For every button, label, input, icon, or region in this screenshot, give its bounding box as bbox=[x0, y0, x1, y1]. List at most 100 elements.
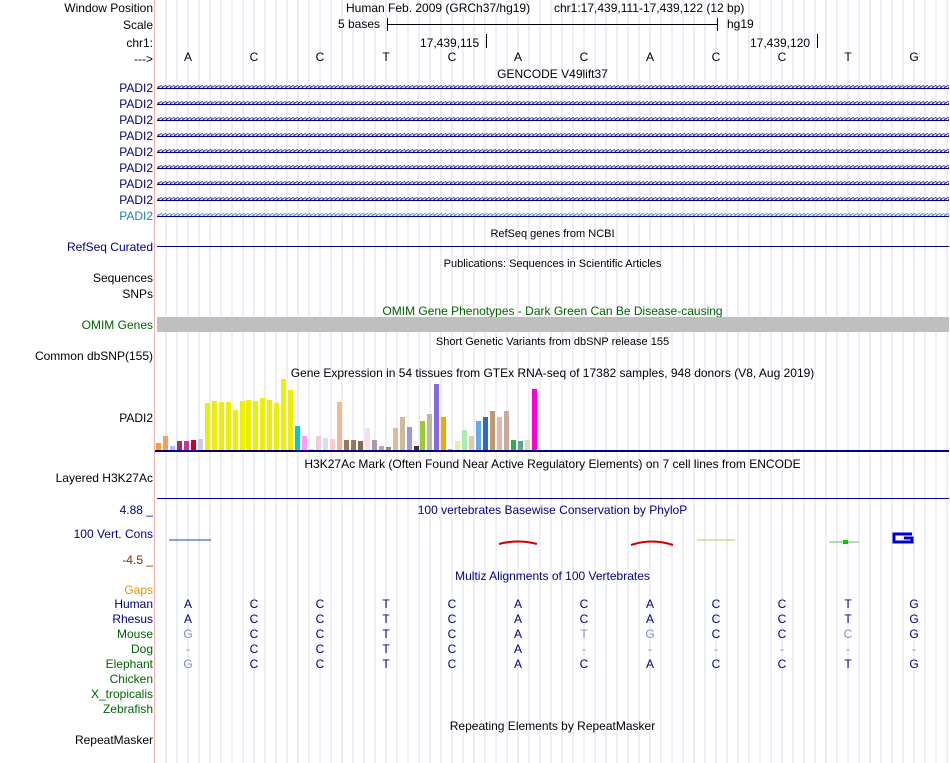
gencode-gene-row[interactable]: <<<<<<<<<<<<<<<<<<<<<<<<<<<<<<<<<<<<<<<<… bbox=[157, 83, 949, 93]
gencode-gene-row[interactable]: <<<<<<<<<<<<<<<<<<<<<<<<<<<<<<<<<<<<<<<<… bbox=[157, 131, 949, 141]
gtex-tissue-bar[interactable] bbox=[162, 436, 168, 450]
gtex-baseline bbox=[155, 450, 949, 452]
gtex-tissue-bar[interactable] bbox=[504, 411, 509, 450]
gtex-tissue-bar[interactable] bbox=[392, 428, 398, 450]
gencode-gene-row[interactable]: <<<<<<<<<<<<<<<<<<<<<<<<<<<<<<<<<<<<<<<<… bbox=[157, 163, 949, 173]
alignment-base: G bbox=[183, 627, 193, 641]
gtex-tissue-bar[interactable] bbox=[176, 441, 182, 450]
gtex-tissue-bar[interactable] bbox=[434, 384, 440, 450]
gtex-tissue-bar[interactable] bbox=[441, 417, 447, 450]
gtex-tissue-bar[interactable] bbox=[497, 417, 503, 450]
gtex-tissue-bar[interactable] bbox=[302, 436, 308, 450]
species-label[interactable]: Rhesus bbox=[112, 612, 153, 626]
gtex-tissue-bar[interactable] bbox=[476, 421, 482, 450]
gencode-gene-label[interactable]: PADI2 bbox=[119, 177, 153, 191]
gtex-tissue-bar[interactable] bbox=[469, 436, 475, 450]
gencode-gene-row[interactable]: <<<<<<<<<<<<<<<<<<<<<<<<<<<<<<<<<<<<<<<<… bbox=[157, 99, 949, 109]
alignment-base: C bbox=[777, 657, 787, 671]
gtex-tissue-bar[interactable] bbox=[211, 401, 217, 450]
gtex-tissue-bar[interactable] bbox=[295, 426, 301, 450]
gencode-gene-row[interactable]: <<<<<<<<<<<<<<<<<<<<<<<<<<<<<<<<<<<<<<<<… bbox=[157, 115, 949, 125]
species-label[interactable]: Mouse bbox=[117, 627, 153, 641]
phylop-label[interactable]: 100 Vert. Cons bbox=[74, 527, 153, 541]
gencode-gene-label[interactable]: PADI2 bbox=[119, 193, 153, 207]
gtex-tissue-bar[interactable] bbox=[406, 427, 412, 450]
species-label[interactable]: Chicken bbox=[110, 672, 153, 686]
gtex-tissue-bar[interactable] bbox=[232, 410, 238, 450]
gtex-tissue-bar[interactable] bbox=[218, 402, 224, 450]
publications-label[interactable]: Sequences bbox=[93, 271, 153, 285]
gencode-gene-label[interactable]: PADI2 bbox=[119, 113, 153, 127]
repeatmasker-label[interactable]: RepeatMasker bbox=[75, 733, 153, 747]
gaps-label[interactable]: Gaps bbox=[124, 583, 153, 597]
strand-arrow-label[interactable]: ---> bbox=[134, 52, 153, 66]
refseq-label[interactable]: RefSeq Curated bbox=[67, 240, 153, 254]
gtex-tissue-bar[interactable] bbox=[156, 443, 161, 450]
refseq-line[interactable] bbox=[157, 246, 949, 247]
gtex-tissue-bar[interactable] bbox=[427, 414, 433, 450]
gtex-tissue-bar[interactable] bbox=[183, 441, 189, 450]
snps-label[interactable]: SNPs bbox=[122, 287, 153, 301]
alignment-base: C bbox=[249, 597, 259, 611]
gtex-tissue-bar[interactable] bbox=[490, 411, 496, 450]
gtex-tissue-bar[interactable] bbox=[399, 417, 405, 450]
omim-label[interactable]: OMIM Genes bbox=[82, 318, 153, 332]
gencode-gene-row[interactable]: <<<<<<<<<<<<<<<<<<<<<<<<<<<<<<<<<<<<<<<<… bbox=[157, 179, 949, 189]
gtex-tissue-bar[interactable] bbox=[253, 401, 259, 450]
gtex-tissue-bar[interactable] bbox=[316, 436, 322, 450]
gtex-tissue-bar[interactable] bbox=[510, 440, 516, 450]
species-label[interactable]: X_tropicalis bbox=[91, 687, 153, 701]
gencode-gene-label[interactable]: PADI2 bbox=[119, 209, 153, 223]
phylop-graph[interactable] bbox=[157, 525, 949, 551]
h3k27ac-label[interactable]: Layered H3K27Ac bbox=[56, 471, 153, 485]
gencode-gene-label[interactable]: PADI2 bbox=[119, 145, 153, 159]
gencode-gene-row[interactable]: <<<<<<<<<<<<<<<<<<<<<<<<<<<<<<<<<<<<<<<<… bbox=[157, 211, 949, 221]
dbsnp-label[interactable]: Common dbSNP(155) bbox=[35, 349, 153, 363]
gtex-tissue-bar[interactable] bbox=[531, 389, 537, 450]
gtex-label[interactable]: PADI2 bbox=[119, 411, 153, 425]
gtex-tissue-bar[interactable] bbox=[260, 398, 266, 450]
gtex-tissue-bar[interactable] bbox=[364, 428, 370, 450]
alignment-base: T bbox=[844, 597, 852, 611]
species-label[interactable]: Elephant bbox=[106, 657, 153, 671]
species-label[interactable]: Human bbox=[114, 597, 153, 611]
gtex-tissue-bar[interactable] bbox=[323, 438, 329, 450]
gencode-gene-row[interactable]: <<<<<<<<<<<<<<<<<<<<<<<<<<<<<<<<<<<<<<<<… bbox=[157, 147, 949, 157]
gencode-gene-label[interactable]: PADI2 bbox=[119, 97, 153, 111]
gtex-tissue-bar[interactable] bbox=[267, 400, 273, 450]
gtex-tissue-bar[interactable] bbox=[246, 400, 252, 450]
gtex-tissue-bar[interactable] bbox=[204, 403, 210, 450]
gtex-tissue-bar[interactable] bbox=[455, 441, 461, 450]
gtex-tissue-bar[interactable] bbox=[190, 440, 196, 450]
gtex-tissue-bar[interactable] bbox=[239, 401, 245, 450]
gencode-gene-label[interactable]: PADI2 bbox=[119, 129, 153, 143]
gtex-tissue-bar[interactable] bbox=[517, 441, 523, 450]
alignment-base: C bbox=[777, 597, 787, 611]
omim-gene-bar[interactable] bbox=[157, 317, 949, 332]
gtex-tissue-bar[interactable] bbox=[357, 441, 363, 450]
gtex-tissue-bar[interactable] bbox=[336, 402, 342, 450]
gencode-gene-row[interactable]: <<<<<<<<<<<<<<<<<<<<<<<<<<<<<<<<<<<<<<<<… bbox=[157, 195, 949, 205]
gtex-tissue-bar[interactable] bbox=[330, 439, 335, 450]
gencode-gene-label[interactable]: PADI2 bbox=[119, 161, 153, 175]
gencode-gene-label[interactable]: PADI2 bbox=[119, 81, 153, 95]
gtex-tissue-bar[interactable] bbox=[343, 440, 349, 450]
alignment-base: - bbox=[186, 642, 190, 656]
gtex-tissue-bar[interactable] bbox=[197, 439, 203, 450]
gtex-tissue-bar[interactable] bbox=[462, 430, 468, 450]
dna-base: T bbox=[382, 50, 390, 64]
scale-label: Scale bbox=[122, 18, 153, 32]
position-text[interactable]: chr1:17,439,111-17,439,122 (12 bp) bbox=[554, 1, 744, 15]
alignment-base: G bbox=[645, 627, 655, 641]
gtex-tissue-bar[interactable] bbox=[371, 440, 377, 450]
gtex-tissue-bar[interactable] bbox=[274, 403, 280, 450]
species-label[interactable]: Zebrafish bbox=[103, 702, 153, 716]
gtex-tissue-bar[interactable] bbox=[281, 379, 287, 450]
gtex-tissue-bar[interactable] bbox=[420, 421, 426, 450]
species-label[interactable]: Dog bbox=[131, 642, 153, 656]
gtex-tissue-bar[interactable] bbox=[350, 440, 356, 450]
gtex-tissue-bar[interactable] bbox=[483, 417, 489, 450]
gtex-tissue-bar[interactable] bbox=[288, 390, 294, 450]
gtex-tissue-bar[interactable] bbox=[225, 402, 231, 450]
gtex-tissue-bar[interactable] bbox=[524, 440, 530, 450]
